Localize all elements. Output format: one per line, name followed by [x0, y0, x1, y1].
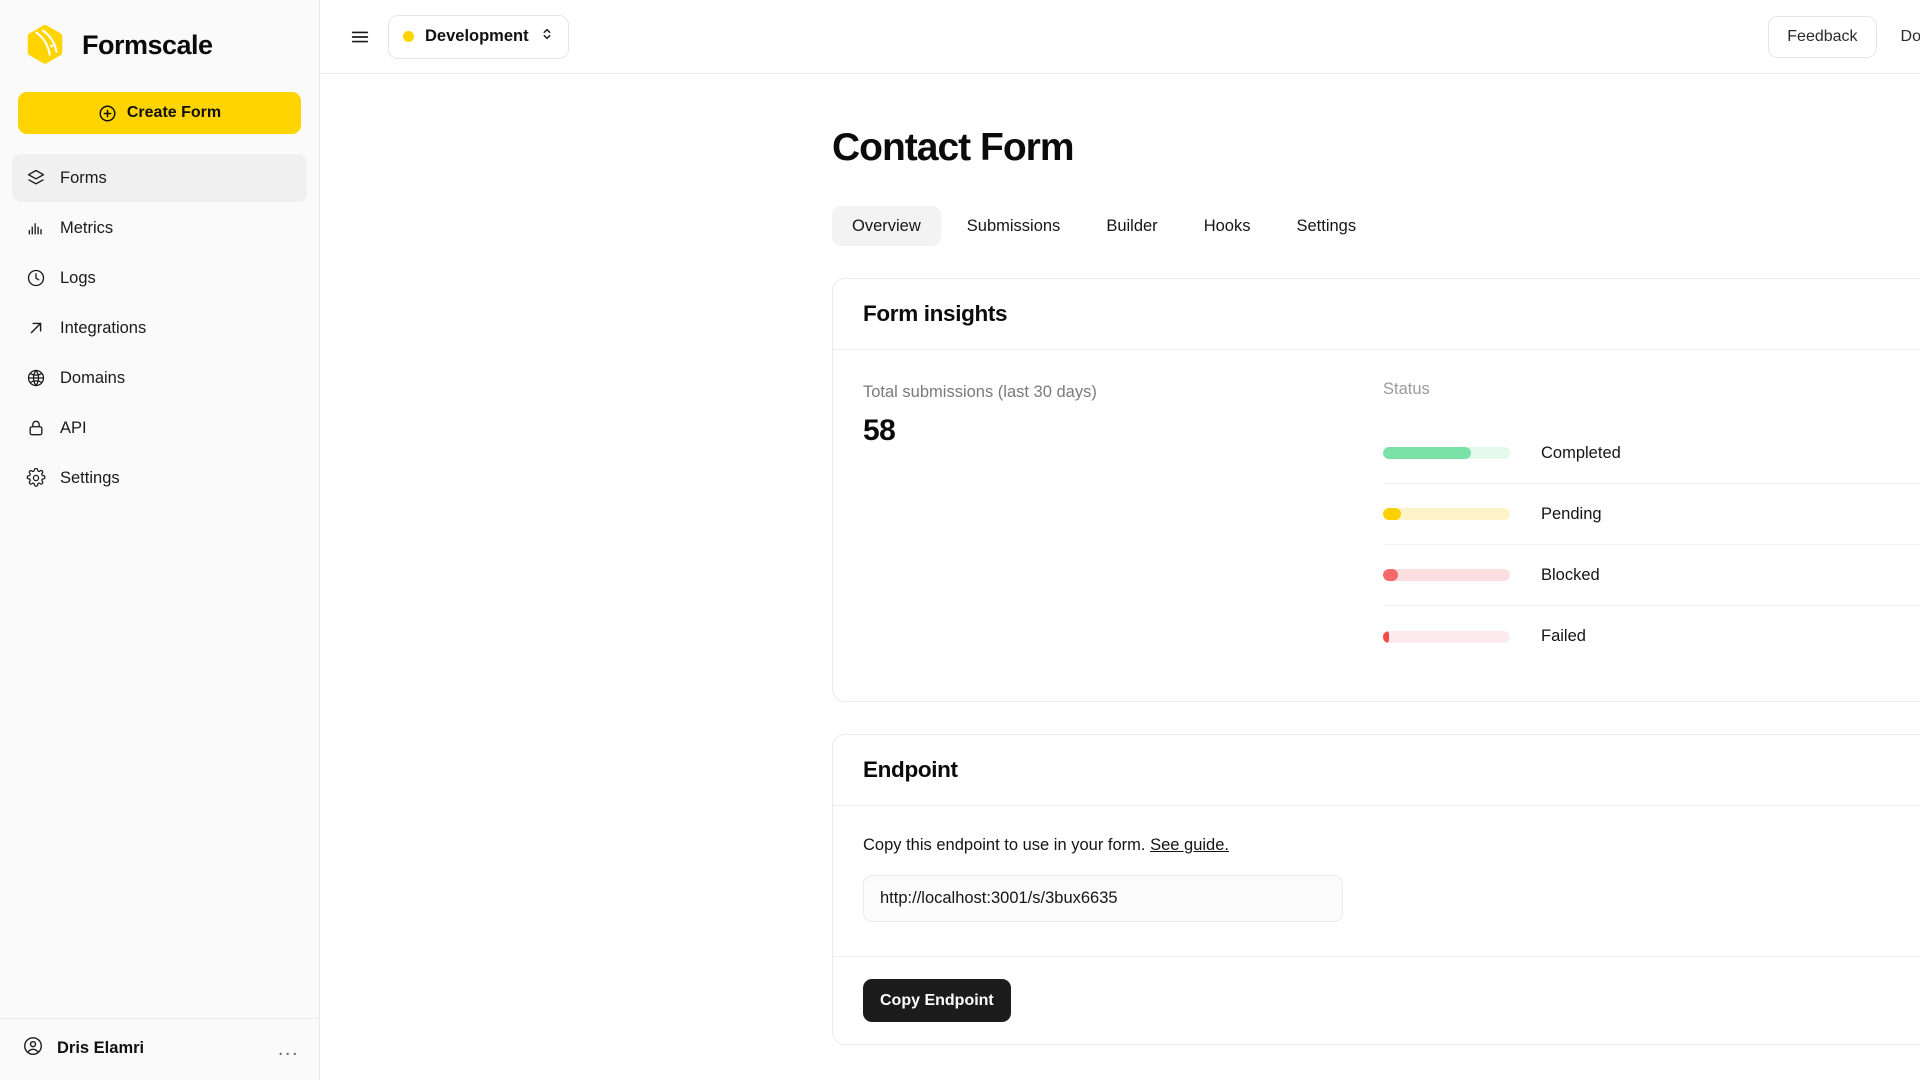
endpoint-card: Endpoint Copy this endpoint to use in yo… [832, 734, 1920, 1045]
create-form-button[interactable]: Create Form [18, 92, 301, 134]
topbar-actions: Feedback Docs [1768, 15, 1920, 58]
status-row-failed: Failed 3 / 58 [1383, 606, 1920, 667]
main-area: Development Feedback Docs [320, 0, 1920, 1080]
sidebar-item-integrations[interactable]: Integrations [12, 304, 307, 352]
sidebar-item-domains[interactable]: Domains [12, 354, 307, 402]
brand-name: Formscale [82, 29, 213, 60]
clock-icon [26, 268, 46, 288]
copy-endpoint-button[interactable]: Copy Endpoint [863, 979, 1011, 1022]
page-title: Contact Form [832, 126, 1074, 169]
form-insights-title: Form insights [863, 301, 1008, 326]
user-circle-icon [22, 1035, 44, 1062]
status-label: Blocked [1541, 565, 1600, 584]
chevron-up-down-icon [540, 26, 554, 47]
sidebar-item-metrics[interactable]: Metrics [12, 204, 307, 252]
create-form-label: Create Form [126, 104, 222, 121]
status-bar-fill [1383, 630, 1390, 643]
tab-submissions[interactable]: Submissions [947, 206, 1081, 246]
topbar: Development Feedback Docs [320, 0, 1920, 74]
status-bar-track [1383, 569, 1510, 581]
hamburger-menu-icon[interactable] [346, 23, 374, 51]
endpoint-title: Endpoint [863, 757, 958, 782]
sidebar-item-settings[interactable]: Settings [12, 454, 307, 502]
page-content: Contact Form Overview Submissions Builde… [320, 74, 1920, 1080]
sidebar-item-forms[interactable]: Forms [12, 154, 307, 202]
sidebar-item-label: Logs [60, 268, 96, 287]
status-heading: Status [1383, 380, 1430, 398]
lock-icon [26, 418, 46, 438]
user-menu-button[interactable]: ... [278, 1039, 299, 1059]
sidebar-item-label: Integrations [60, 318, 147, 337]
endpoint-description: Copy this endpoint to use in your form. … [863, 836, 1920, 855]
form-insights-card: Form insights Total submissions (last 30… [832, 278, 1920, 702]
tab-builder[interactable]: Builder [1086, 206, 1177, 246]
sidebar: Formscale Create Form Forms Metrics Logs… [0, 0, 320, 1080]
sidebar-item-api[interactable]: API [12, 404, 307, 452]
globe-icon [26, 368, 46, 388]
status-row-completed: Completed 40 / 58 [1383, 423, 1920, 484]
environment-selector[interactable]: Development [388, 14, 569, 59]
tab-bar: Overview Submissions Builder Hooks Setti… [832, 206, 1920, 246]
app-root: Formscale Create Form Forms Metrics Logs… [0, 0, 1920, 1080]
status-bar-track [1383, 447, 1510, 459]
total-submissions-block: Total submissions (last 30 days) 58 [863, 380, 1383, 667]
card-body: Copy this endpoint to use in your form. … [833, 806, 1920, 956]
formscale-logo-icon [22, 22, 68, 68]
sidebar-item-label: Settings [60, 468, 120, 487]
sidebar-item-label: Forms [60, 168, 107, 187]
sidebar-item-logs[interactable]: Logs [12, 254, 307, 302]
card-header: Endpoint [833, 735, 1920, 806]
card-footer: Copy Endpoint [833, 956, 1920, 1044]
sidebar-item-label: API [60, 418, 87, 437]
sidebar-nav: Forms Metrics Logs Integrations Domains … [0, 154, 319, 502]
status-label: Pending [1541, 504, 1602, 523]
user-name: Dris Elamri [57, 1039, 145, 1057]
status-bar-track [1383, 508, 1510, 520]
endpoint-description-text: Copy this endpoint to use in your form. [863, 836, 1146, 854]
status-bar-fill [1383, 569, 1399, 581]
status-bar-track [1383, 630, 1510, 643]
status-label: Completed [1541, 443, 1621, 462]
feedback-button[interactable]: Feedback [1768, 15, 1877, 58]
sidebar-item-label: Domains [60, 368, 126, 387]
status-bar-fill [1383, 447, 1471, 459]
card-body: Total submissions (last 30 days) 58 Stat… [833, 350, 1920, 701]
arrow-up-right-icon [26, 318, 46, 338]
total-submissions-label: Total submissions (last 30 days) [863, 383, 1097, 401]
see-guide-link[interactable]: See guide. [1150, 836, 1229, 854]
tab-settings[interactable]: Settings [1276, 206, 1376, 246]
tab-hooks[interactable]: Hooks [1184, 206, 1271, 246]
brand[interactable]: Formscale [0, 0, 319, 86]
sidebar-item-label: Metrics [60, 218, 114, 237]
gear-icon [26, 468, 46, 488]
bar-chart-icon [26, 218, 46, 238]
plus-circle-icon [98, 104, 117, 123]
page-header: Contact Form [832, 126, 1920, 170]
status-label: Failed [1541, 627, 1586, 645]
docs-button[interactable]: Docs [1883, 16, 1920, 58]
status-row-blocked: Blocked 7 / 58 [1383, 545, 1920, 606]
card-header: Form insights [833, 279, 1920, 350]
total-submissions-value: 58 [863, 414, 896, 447]
endpoint-url-input[interactable] [863, 875, 1343, 922]
sidebar-user-section[interactable]: Dris Elamri ... [0, 1018, 319, 1080]
environment-label: Development [425, 27, 529, 45]
status-bar-fill [1383, 508, 1401, 520]
layers-icon [26, 168, 46, 188]
tab-overview[interactable]: Overview [832, 206, 941, 246]
status-row-pending: Pending 8 / 58 [1383, 484, 1920, 545]
environment-status-dot [403, 31, 414, 42]
status-breakdown-chart: Status Completed 40 / 58 [1383, 380, 1920, 667]
